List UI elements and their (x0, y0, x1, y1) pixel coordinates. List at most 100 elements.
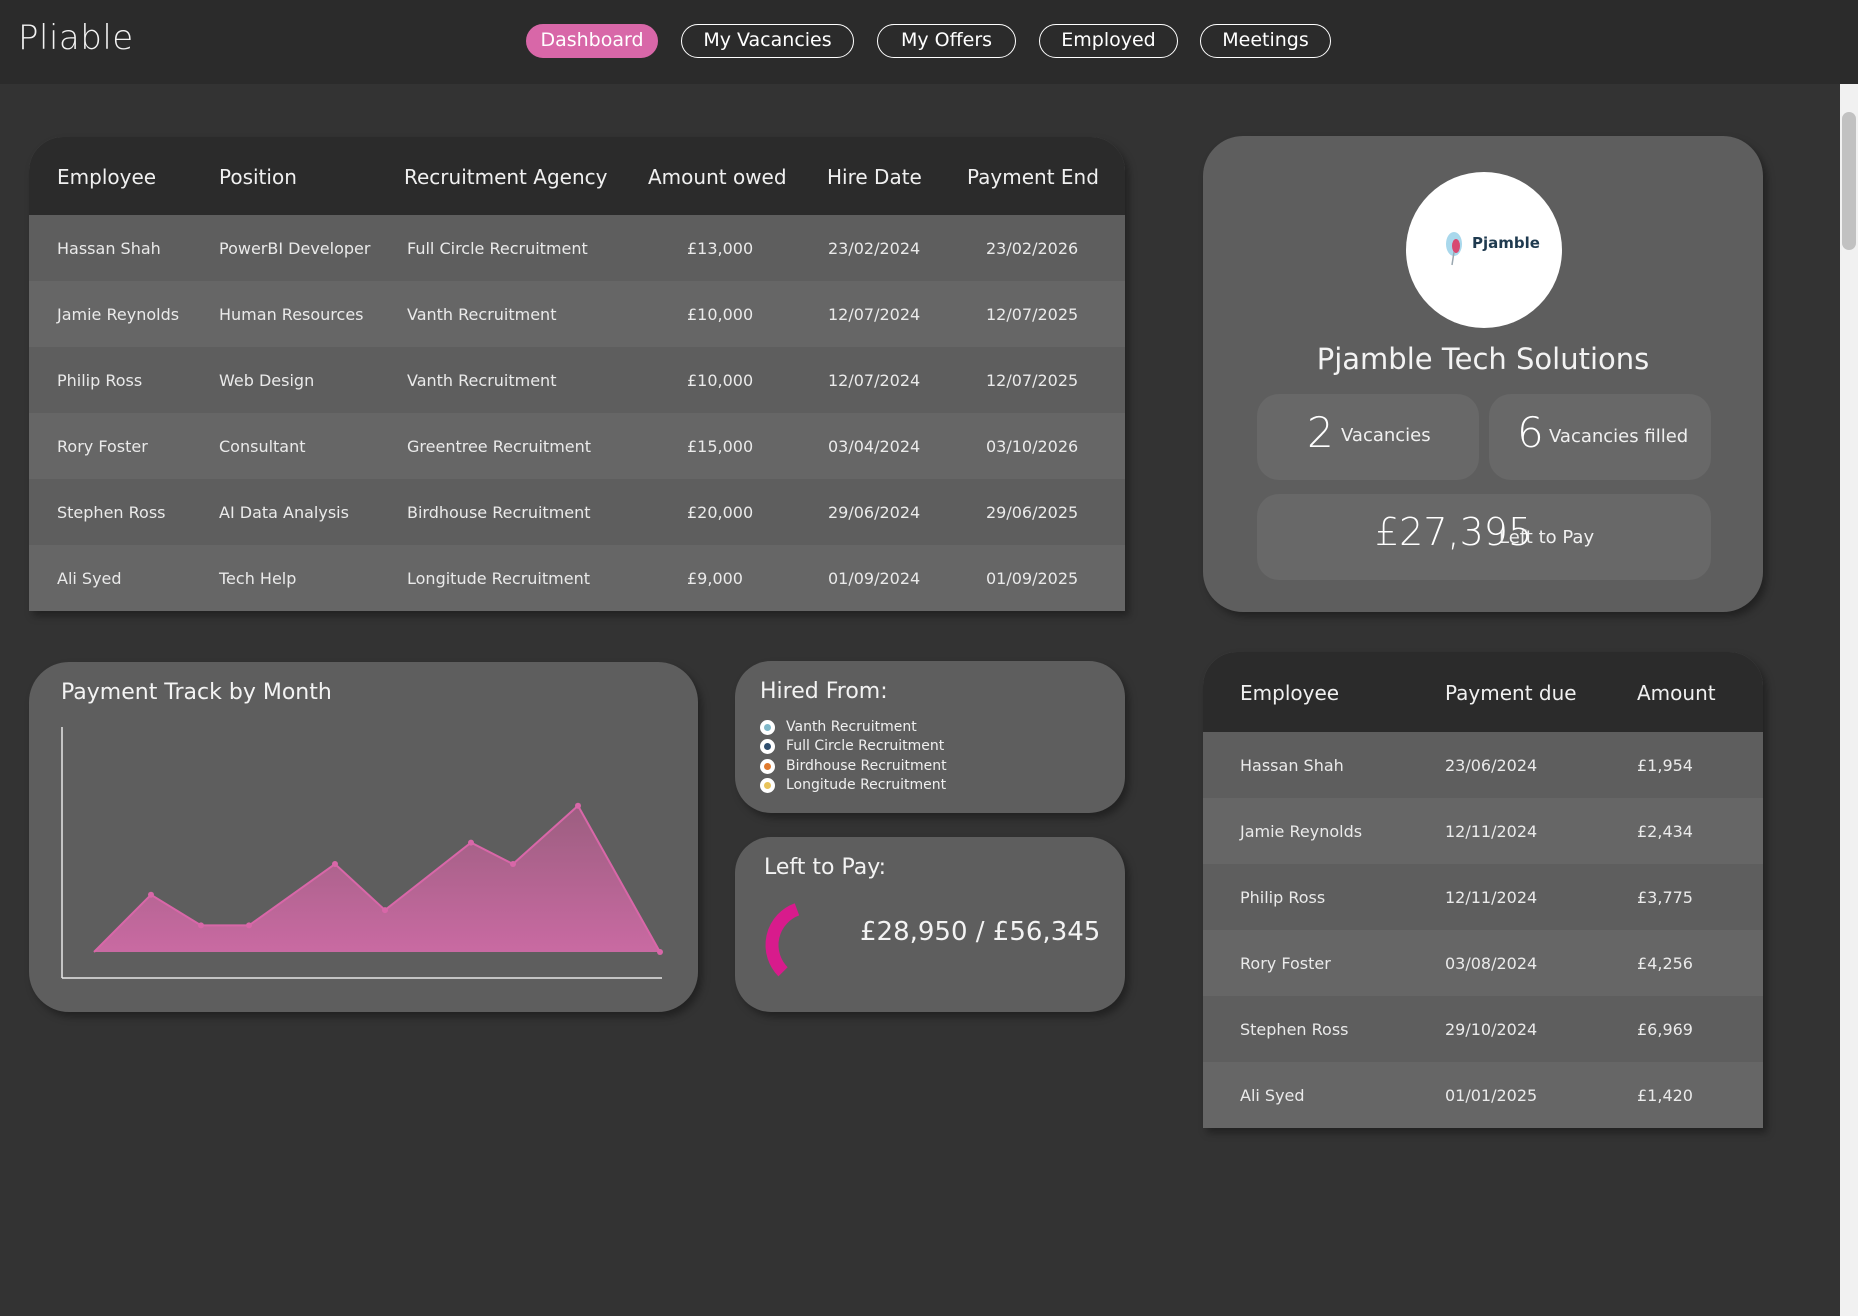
progress-arc (765, 903, 800, 977)
cell-amount: £3,775 (1637, 888, 1693, 907)
cell-agency: Greentree Recruitment (407, 437, 592, 456)
column-header-hire-date[interactable]: Hire Date (827, 165, 922, 189)
chart-point (246, 922, 252, 929)
cell-agency: Vanth Recruitment (407, 371, 557, 390)
cell-hire-date: 03/04/2024 (828, 437, 921, 456)
payment-track-chart: Payment Track by Month (29, 662, 698, 1012)
left-to-pay-stat[interactable]: £27,395 Left to Pay (1257, 494, 1711, 580)
column-header-employee[interactable]: Employee (1240, 681, 1339, 705)
vacancies-stat[interactable]: 2 Vacancies (1257, 394, 1479, 480)
vacancies-filled-label: Vacancies filled (1549, 426, 1689, 447)
cell-payment-due: 29/10/2024 (1445, 1020, 1538, 1039)
hired-from-label: Birdhouse Recruitment (786, 758, 947, 774)
chart-area (94, 805, 660, 952)
chart-point (468, 839, 474, 846)
cell-employee: Jamie Reynolds (1240, 822, 1363, 841)
payments-table-header: Employee Payment due Amount (1203, 652, 1763, 732)
cell-payment-end: 03/10/2026 (986, 437, 1079, 456)
vacancies-label: Vacancies (1341, 425, 1431, 446)
cell-payment-due: 12/11/2024 (1445, 822, 1538, 841)
cell-amount-owed: £10,000 (687, 305, 754, 324)
table-row[interactable]: Stephen Ross AI Data Analysis Birdhouse … (29, 479, 1125, 545)
table-row[interactable]: Rory Foster 03/08/2024 £4,256 (1203, 930, 1763, 996)
table-row[interactable]: Philip Ross Web Design Vanth Recruitment… (29, 347, 1125, 413)
table-row[interactable]: Ali Syed Tech Help Longitude Recruitment… (29, 545, 1125, 611)
table-row[interactable]: Jamie Reynolds 12/11/2024 £2,434 (1203, 798, 1763, 864)
top-bar: Pliable Dashboard My Vacancies My Offers… (0, 0, 1858, 84)
cell-payment-due: 23/06/2024 (1445, 756, 1538, 775)
chart-point (575, 802, 581, 809)
cell-employee: Stephen Ross (1240, 1020, 1349, 1039)
column-header-recruitment-agency[interactable]: Recruitment Agency (404, 165, 607, 189)
nav-meetings[interactable]: Meetings (1200, 24, 1331, 58)
table-row[interactable]: Jamie Reynolds Human Resources Vanth Rec… (29, 281, 1125, 347)
chart-point (510, 861, 516, 868)
nav-my-vacancies[interactable]: My Vacancies (681, 24, 854, 58)
cell-amount-owed: £10,000 (687, 371, 754, 390)
cell-employee: Jamie Reynolds (57, 305, 180, 324)
cell-amount-owed: £9,000 (687, 569, 743, 588)
left-to-pay-title: Left to Pay: (764, 855, 887, 880)
hired-from-label: Longitude Recruitment (786, 777, 947, 793)
left-to-pay-card: Left to Pay: £28,950 / £56,345 (735, 837, 1125, 1012)
vanth-logo-icon (760, 720, 775, 735)
cell-agency: Birdhouse Recruitment (407, 503, 591, 522)
cell-amount: £4,256 (1637, 954, 1693, 973)
cell-payment-end: 12/07/2025 (986, 371, 1079, 390)
cell-payment-due: 01/01/2025 (1445, 1086, 1538, 1105)
cell-payment-end: 01/09/2025 (986, 569, 1079, 588)
employees-table-header: Employee Position Recruitment Agency Amo… (29, 137, 1125, 215)
full-circle-logo-icon (760, 739, 775, 754)
nav-my-offers[interactable]: My Offers (877, 24, 1016, 58)
chart-point (382, 907, 388, 914)
cell-employee: Rory Foster (57, 437, 148, 456)
cell-employee: Rory Foster (1240, 954, 1331, 973)
cell-position: Web Design (219, 371, 315, 390)
cell-employee: Ali Syed (57, 569, 122, 588)
cell-amount: £6,969 (1637, 1020, 1693, 1039)
cell-amount: £2,434 (1637, 822, 1693, 841)
cell-hire-date: 23/02/2024 (828, 239, 921, 258)
table-row[interactable]: Ali Syed 01/01/2025 £1,420 (1203, 1062, 1763, 1128)
payment-chart-svg (61, 727, 663, 979)
company-logo-icon (1446, 232, 1462, 266)
cell-employee: Hassan Shah (57, 239, 161, 258)
table-row[interactable]: Rory Foster Consultant Greentree Recruit… (29, 413, 1125, 479)
cell-payment-due: 12/11/2024 (1445, 888, 1538, 907)
column-header-amount-owed[interactable]: Amount owed (648, 165, 787, 189)
nav-employed[interactable]: Employed (1039, 24, 1178, 58)
cell-hire-date: 12/07/2024 (828, 305, 921, 324)
table-row[interactable]: Stephen Ross 29/10/2024 £6,969 (1203, 996, 1763, 1062)
table-row[interactable]: Philip Ross 12/11/2024 £3,775 (1203, 864, 1763, 930)
chart-point (198, 922, 204, 929)
column-header-employee[interactable]: Employee (57, 165, 156, 189)
column-header-position[interactable]: Position (219, 165, 297, 189)
page-scrollbar-track[interactable] (1840, 84, 1858, 1316)
cell-payment-end: 23/02/2026 (986, 239, 1079, 258)
hired-from-label: Full Circle Recruitment (786, 738, 945, 754)
company-name: Pjamble Tech Solutions (1316, 342, 1650, 376)
cell-amount-owed: £13,000 (687, 239, 754, 258)
cell-agency: Full Circle Recruitment (407, 239, 588, 258)
chart-point (657, 949, 663, 955)
cell-payment-end: 12/07/2025 (986, 305, 1079, 324)
cell-position: AI Data Analysis (219, 503, 349, 522)
cell-position: PowerBI Developer (219, 239, 371, 258)
left-to-pay-value: £28,950 / £56,345 (860, 917, 1101, 947)
vacancies-filled-count: 6 (1517, 408, 1544, 457)
vacancies-filled-stat[interactable]: 6 Vacancies filled (1489, 394, 1711, 480)
table-row[interactable]: Hassan Shah 23/06/2024 £1,954 (1203, 732, 1763, 798)
page-scrollbar-thumb[interactable] (1842, 112, 1856, 250)
company-logo-text: Pjamble (1472, 234, 1540, 252)
hired-from-title: Hired From: (760, 679, 888, 704)
column-header-payment-due[interactable]: Payment due (1445, 681, 1577, 705)
cell-hire-date: 12/07/2024 (828, 371, 921, 390)
main-nav: Dashboard My Vacancies My Offers Employe… (0, 24, 1858, 58)
table-row[interactable]: Hassan Shah PowerBI Developer Full Circl… (29, 215, 1125, 281)
company-logo: Pjamble (1406, 172, 1562, 328)
cell-employee: Philip Ross (1240, 888, 1326, 907)
column-header-payment-end[interactable]: Payment End (967, 165, 1099, 189)
column-header-amount[interactable]: Amount (1637, 681, 1716, 705)
cell-position: Tech Help (219, 569, 297, 588)
nav-dashboard[interactable]: Dashboard (526, 24, 658, 58)
